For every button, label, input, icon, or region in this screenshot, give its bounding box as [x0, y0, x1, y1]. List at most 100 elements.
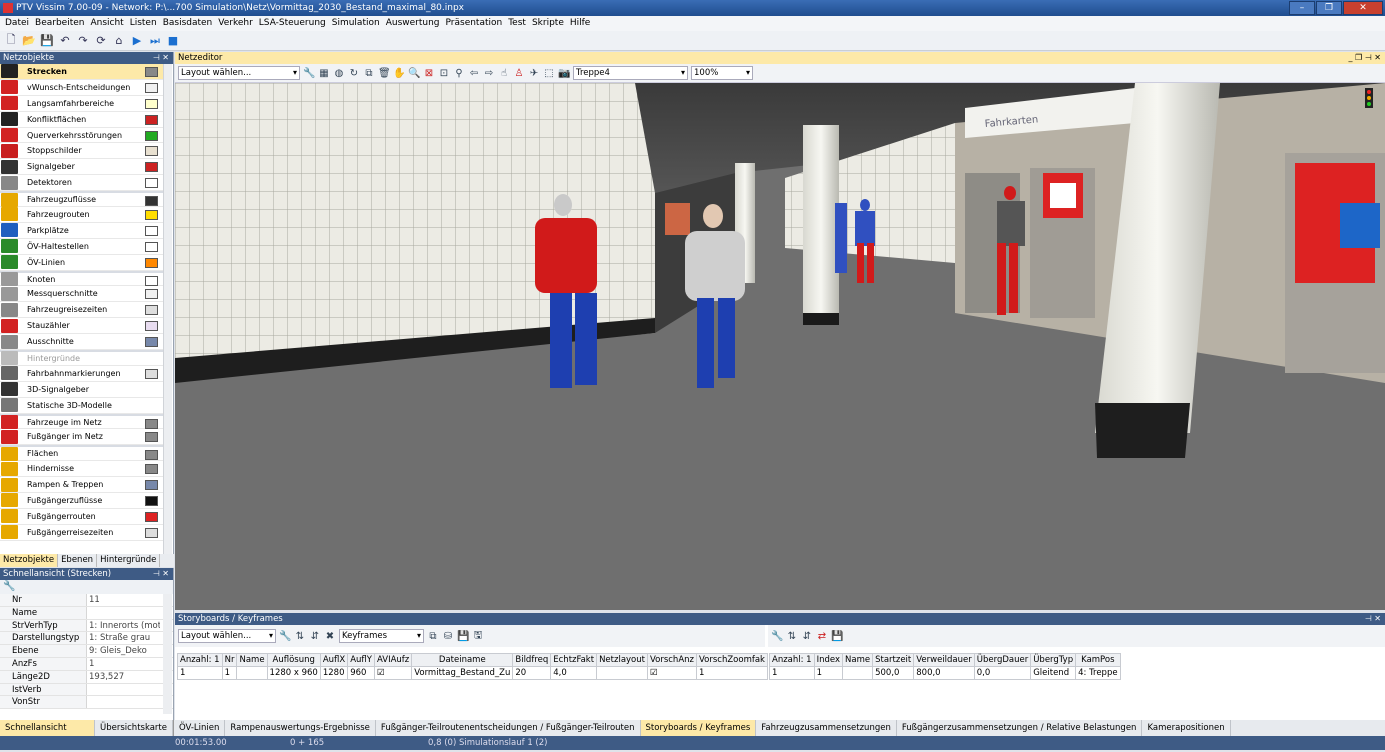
storyboards-controls-icon[interactable]: ⊣ ✕ — [1365, 613, 1381, 625]
quick-view-row[interactable]: AnzFs 1 — [0, 657, 173, 671]
bottom-tab[interactable]: Fußgängerzusammensetzungen / Relative Be… — [897, 720, 1143, 736]
network-object-item[interactable]: Hintergründe — [0, 350, 164, 366]
quick-view-row[interactable]: Nr 11 — [0, 594, 173, 607]
wrench-icon[interactable]: 🔧 — [303, 68, 315, 79]
network-object-item[interactable]: Stauzähler — [0, 318, 164, 335]
menu-6[interactable]: LSA-Steuerung — [256, 16, 329, 31]
color-swatch[interactable] — [145, 146, 158, 157]
color-swatch[interactable] — [145, 480, 158, 491]
sync-icon[interactable]: ⇄ — [816, 631, 828, 642]
play-icon[interactable]: ▶ — [130, 34, 144, 47]
table-cell[interactable] — [236, 666, 268, 680]
3d-mode-icon[interactable]: ⬚ — [543, 68, 555, 79]
table-cell[interactable]: 1280 x 960 — [266, 666, 321, 680]
table-cell[interactable]: 1 — [177, 666, 223, 680]
color-swatch[interactable] — [145, 527, 158, 538]
color-swatch[interactable] — [145, 418, 158, 429]
pin-icon[interactable]: ⊣ ✕ — [153, 52, 169, 64]
color-swatch[interactable] — [145, 178, 158, 189]
quick-view-row[interactable]: Länge2D 193,527 — [0, 670, 173, 684]
attribute-value[interactable] — [87, 684, 160, 696]
menu-2[interactable]: Ansicht — [87, 16, 126, 31]
zoom-out-icon[interactable]: ⚲ — [453, 68, 465, 79]
camera-position-select[interactable]: Treppe4 — [573, 66, 688, 80]
open-folder-icon[interactable]: 📂 — [22, 34, 36, 47]
network-object-item[interactable]: Rampen & Treppen — [0, 477, 164, 494]
traffic-light-icon[interactable] — [1365, 88, 1373, 108]
menu-9[interactable]: Präsentation — [443, 16, 506, 31]
network-object-item[interactable]: Fahrzeugzuflüsse — [0, 191, 164, 208]
keyframes-select[interactable]: Keyframes — [339, 629, 424, 643]
color-swatch[interactable] — [145, 368, 158, 379]
pan-hand-icon[interactable]: ✋ — [393, 68, 405, 79]
attribute-value[interactable]: 193,527 — [87, 671, 160, 683]
table-cell[interactable] — [596, 666, 648, 680]
menu-12[interactable]: Hilfe — [567, 16, 593, 31]
network-object-item[interactable]: ÖV-Linien — [0, 255, 164, 271]
table-cell[interactable]: 1280 — [319, 666, 349, 680]
color-swatch[interactable] — [145, 511, 158, 522]
zoom-window-icon[interactable]: ⊡ — [438, 68, 450, 79]
network-object-item[interactable]: Stoppschilder — [0, 143, 164, 160]
attribute-value[interactable]: 1: Innerorts (mot — [87, 620, 160, 632]
network-object-item[interactable]: vWunsch-Entscheidungen — [0, 80, 164, 96]
color-swatch[interactable] — [145, 305, 158, 316]
database-icon[interactable]: ⛁ — [442, 631, 454, 642]
quick-view-row[interactable]: IstVerb — [0, 683, 173, 697]
network-object-item[interactable]: Knoten — [0, 270, 164, 287]
table-cell[interactable]: ☑ — [373, 666, 413, 680]
globe-icon[interactable]: ◍ — [333, 68, 345, 79]
sort-ascending-icon[interactable]: ⇅ — [786, 631, 798, 642]
network-object-item[interactable]: ÖV-Haltestellen — [0, 239, 164, 255]
color-swatch[interactable] — [145, 196, 158, 207]
table-cell[interactable]: ☑ — [646, 666, 698, 680]
network-object-item[interactable]: Hindernisse — [0, 461, 164, 478]
aircraft-icon[interactable]: ✈ — [528, 68, 540, 79]
save-icon[interactable]: 💾 — [40, 34, 54, 47]
hand-icon[interactable]: ☝ — [498, 68, 510, 79]
network-object-item[interactable]: Messquerschnitte — [0, 286, 164, 303]
bottom-tab[interactable]: Storyboards / Keyframes — [640, 720, 757, 736]
zoom-select[interactable]: 100% — [691, 66, 753, 80]
table-cell[interactable]: 1 — [813, 666, 844, 680]
attribute-value[interactable]: 1 — [87, 658, 160, 670]
menu-11[interactable]: Skripte — [529, 16, 567, 31]
quick-view-row[interactable]: Darstellungstyp 1: Straße grau — [0, 632, 173, 646]
bottom-tab[interactable]: Fahrzeugzusammensetzungen — [756, 720, 897, 736]
color-swatch[interactable] — [145, 82, 158, 93]
network-object-item[interactable]: Detektoren — [0, 175, 164, 192]
zoom-in-icon[interactable]: 🔍 — [408, 68, 420, 79]
table-cell[interactable]: Gleitend — [1030, 666, 1077, 680]
sort-ascending-icon[interactable]: ⇅ — [294, 631, 306, 642]
layout-select[interactable]: Layout wählen... — [178, 66, 300, 80]
color-swatch[interactable] — [145, 98, 158, 109]
network-object-item[interactable]: Statische 3D-Modelle — [0, 398, 164, 414]
new-file-icon[interactable]: 🗋 — [4, 31, 18, 50]
table-cell[interactable]: 960 — [347, 666, 375, 680]
bottom-tab[interactable]: Fußgänger-Teilroutenentscheidungen / Fuß… — [376, 720, 641, 736]
table-cell[interactable]: 4: Treppe — [1075, 666, 1121, 680]
menu-0[interactable]: Datei — [2, 16, 32, 31]
save-as-icon[interactable]: 🖫 — [472, 628, 484, 645]
table-cell[interactable]: 800,0 — [913, 666, 975, 680]
left-tab[interactable]: Ebenen — [58, 554, 98, 567]
left-scrollbar[interactable] — [163, 64, 172, 556]
color-swatch[interactable] — [145, 225, 158, 236]
color-swatch[interactable] — [145, 432, 158, 443]
forward-arrow-icon[interactable]: ⇨ — [483, 68, 495, 79]
menu-3[interactable]: Listen — [127, 16, 160, 31]
table-cell[interactable]: 4,0 — [550, 666, 598, 680]
quick-view-scrollbar[interactable] — [163, 594, 172, 714]
step-icon[interactable]: ⏭ — [148, 34, 162, 48]
color-swatch[interactable] — [145, 114, 158, 125]
network-object-item[interactable]: Ausschnitte — [0, 334, 164, 351]
3d-scene[interactable]: Fahrkarten — [175, 83, 1385, 610]
back-arrow-icon[interactable]: ⇦ — [468, 68, 480, 79]
minimize-button[interactable]: – — [1289, 1, 1315, 15]
network-object-item[interactable]: Fahrzeuge im Netz — [0, 413, 164, 430]
menu-8[interactable]: Auswertung — [383, 16, 443, 31]
quick-view-row[interactable]: Ebene 9: Gleis_Deko — [0, 645, 173, 658]
color-swatch[interactable] — [145, 210, 158, 221]
network-object-item[interactable]: Fußgängerrouten — [0, 509, 164, 525]
table-cell[interactable]: 0,0 — [973, 666, 1032, 680]
